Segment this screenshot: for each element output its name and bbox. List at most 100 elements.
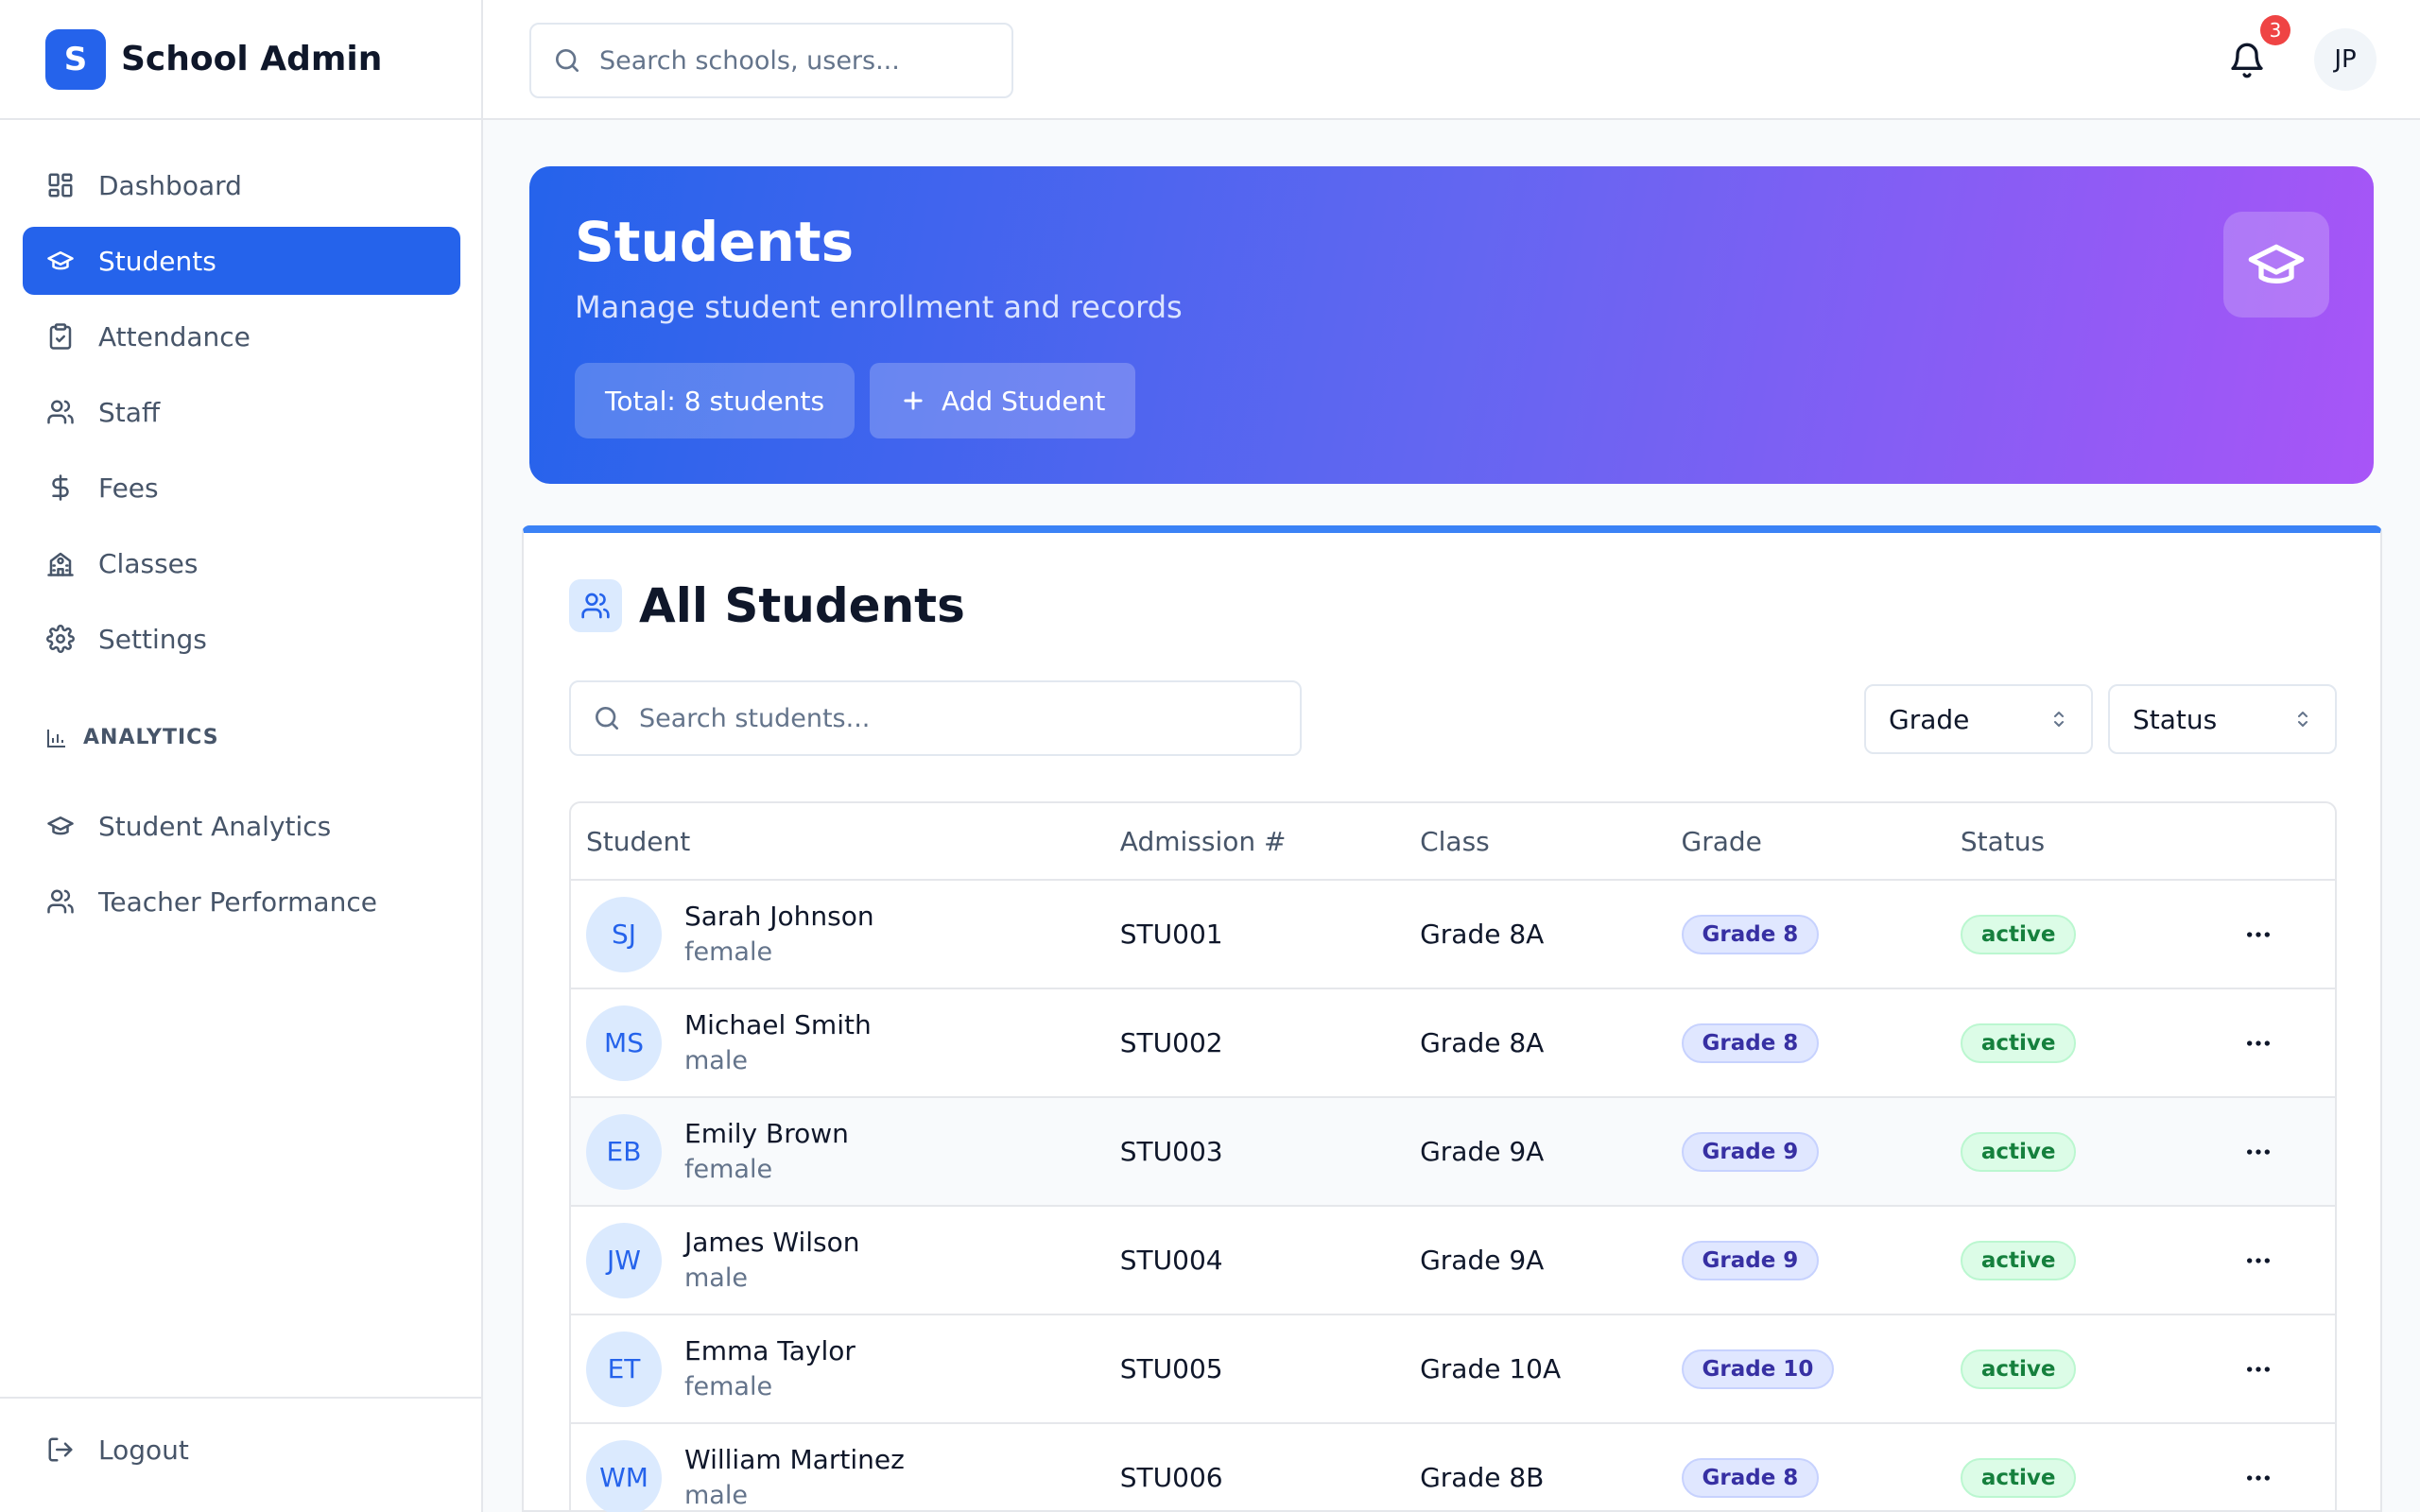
status-badge: active: [1960, 1240, 2077, 1280]
graduation-cap-icon: [45, 246, 76, 276]
card-title: All Students: [639, 578, 965, 633]
student-cell: WM William Martinez male: [571, 1439, 1120, 1512]
student-name: Emma Taylor: [684, 1334, 856, 1366]
sidebar-item-student-analytics[interactable]: Student Analytics: [23, 792, 460, 860]
dollar-icon: [45, 472, 76, 503]
avatar: SJ: [586, 896, 662, 972]
class-name: Grade 10A: [1420, 1353, 1562, 1384]
student-gender: male: [684, 1480, 748, 1510]
global-search-input[interactable]: [599, 45, 996, 76]
table-row[interactable]: JW James Wilson male STU004 Grade 9A Grad…: [571, 1207, 2335, 1315]
sidebar-item-attendance[interactable]: Attendance: [23, 302, 460, 370]
row-actions-button[interactable]: [2243, 1463, 2335, 1493]
sidebar-item-teacher-performance[interactable]: Teacher Performance: [23, 868, 460, 936]
status-filter-label: Status: [2133, 703, 2218, 735]
row-actions-button[interactable]: [2243, 1354, 2335, 1384]
student-name: Sarah Johnson: [684, 900, 874, 932]
column-header-student[interactable]: Student: [571, 826, 1120, 857]
graduation-cap-icon: [45, 811, 76, 841]
page-title: Students: [575, 210, 855, 274]
student-name: William Martinez: [684, 1443, 905, 1475]
chevron-up-down-icon: [2298, 712, 2308, 727]
student-gender: male: [684, 1045, 748, 1075]
sidebar-item-classes[interactable]: Classes: [23, 529, 460, 597]
status-badge: active: [1960, 914, 2077, 954]
sidebar-footer: Logout: [0, 1397, 481, 1512]
column-header-grade[interactable]: Grade: [1682, 826, 1961, 857]
student-name: Emily Brown: [684, 1117, 849, 1149]
search-icon: [556, 49, 579, 72]
global-search[interactable]: [529, 23, 1013, 98]
section-label-text: ANALYTICS: [83, 726, 219, 749]
avatar: ET: [586, 1331, 662, 1407]
hero-graduation-cap-icon: [2223, 212, 2329, 318]
admission-number: STU004: [1119, 1245, 1223, 1276]
users-icon: [45, 397, 76, 427]
grade-filter-select[interactable]: Grade: [1864, 684, 2093, 754]
grade-badge: Grade 10: [1681, 1349, 1835, 1389]
sidebar-item-fees[interactable]: Fees: [23, 454, 460, 522]
add-student-label: Add Student: [942, 385, 1106, 417]
sidebar-item-dashboard[interactable]: Dashboard: [23, 151, 460, 219]
table-header: Student Admission # Class Grade Status: [571, 803, 2335, 881]
status-filter-select[interactable]: Status: [2108, 684, 2337, 754]
status-badge: active: [1960, 1022, 2077, 1063]
brand-logo: S: [45, 28, 106, 90]
student-search-input[interactable]: [639, 703, 1036, 733]
sidebar-item-label: Students: [98, 245, 216, 277]
sidebar-item-label: Teacher Performance: [98, 885, 377, 918]
admission-number: STU006: [1119, 1462, 1223, 1493]
grade-filter-label: Grade: [1889, 703, 1970, 735]
sidebar-item-label: Attendance: [98, 320, 251, 352]
logout-button[interactable]: Logout: [23, 1416, 460, 1484]
student-gender: male: [684, 1263, 748, 1293]
logout-icon: [45, 1435, 76, 1465]
row-actions-button[interactable]: [2243, 1246, 2335, 1276]
analytics-section-label: ANALYTICS: [45, 726, 219, 749]
table-row[interactable]: EB Emily Brown female STU003 Grade 9A Gra…: [571, 1098, 2335, 1207]
card-header: All Students: [569, 578, 965, 633]
sidebar-nav: Dashboard Students Attendance Staff Fees…: [23, 151, 460, 680]
more-horizontal-icon: [2247, 1040, 2271, 1046]
row-actions-button[interactable]: [2243, 1028, 2335, 1058]
brand-name: School Admin: [121, 40, 383, 78]
avatar: WM: [586, 1439, 662, 1512]
avatar: JW: [586, 1222, 662, 1298]
sidebar-item-staff[interactable]: Staff: [23, 378, 460, 446]
class-name: Grade 9A: [1420, 1245, 1545, 1276]
table-row[interactable]: WM William Martinez male STU006 Grade 8B …: [571, 1424, 2335, 1512]
student-cell: JW James Wilson male: [571, 1222, 1120, 1298]
row-actions-button[interactable]: [2243, 919, 2335, 950]
student-search[interactable]: [569, 680, 1302, 756]
bar-chart-icon: [47, 729, 65, 747]
sidebar-item-students[interactable]: Students: [23, 227, 460, 295]
users-icon: [569, 579, 622, 632]
plus-icon: [904, 391, 923, 410]
user-avatar[interactable]: JP: [2314, 28, 2377, 91]
student-name: Michael Smith: [684, 1008, 872, 1040]
sidebar-item-settings[interactable]: Settings: [23, 605, 460, 673]
sidebar-item-label: Settings: [98, 623, 207, 655]
table-row[interactable]: SJ Sarah Johnson female STU001 Grade 8A G…: [571, 881, 2335, 989]
column-header-admission[interactable]: Admission #: [1120, 826, 1420, 857]
column-header-status[interactable]: Status: [1961, 826, 2243, 857]
page-hero: Students Manage student enrollment and r…: [529, 166, 2374, 484]
bell-icon: [2231, 43, 2263, 78]
top-bar: 3 JP: [483, 0, 2420, 120]
status-badge: active: [1960, 1457, 2077, 1498]
column-header-class[interactable]: Class: [1420, 826, 1681, 857]
brand[interactable]: S School Admin: [0, 0, 481, 120]
add-student-button[interactable]: Add Student: [870, 363, 1136, 438]
chevron-up-down-icon: [2054, 712, 2064, 727]
school-icon: [45, 548, 76, 578]
avatar: MS: [586, 1005, 662, 1081]
row-actions-button[interactable]: [2243, 1137, 2335, 1167]
grade-badge: Grade 8: [1681, 1022, 1820, 1063]
table-row[interactable]: ET Emma Taylor female STU005 Grade 10A Gr…: [571, 1315, 2335, 1424]
table-row[interactable]: MS Michael Smith male STU002 Grade 8A Gra…: [571, 989, 2335, 1098]
student-gender: female: [684, 1154, 773, 1184]
grade-badge: Grade 9: [1681, 1240, 1820, 1280]
dashboard-icon: [45, 170, 76, 200]
grade-badge: Grade 8: [1681, 914, 1820, 954]
avatar: EB: [586, 1113, 662, 1190]
